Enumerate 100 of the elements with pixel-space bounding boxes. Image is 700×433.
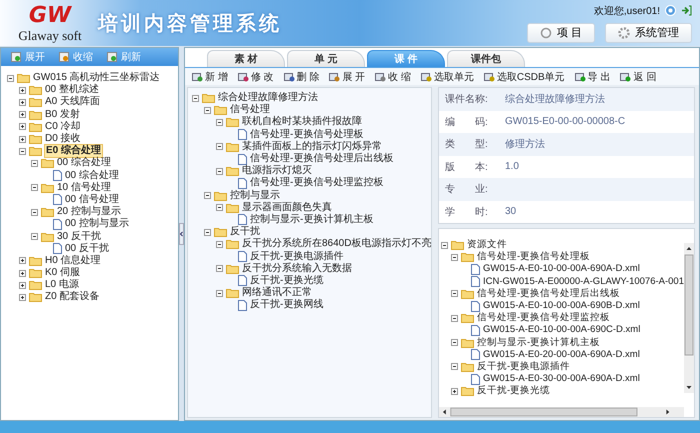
tree-item[interactable]: 联机自检时某块插件报故障 [241,116,363,128]
tree-item[interactable]: 信号处理-更换信号处理后出线板 [476,288,622,300]
toolbar-button[interactable]: 选取单元 [418,70,477,84]
collapse-icon[interactable] [451,290,458,298]
toolbar-button[interactable]: 展 开 [326,70,368,84]
toolbar-button[interactable]: 新 增 [189,70,231,84]
tree-item[interactable]: 反干扰-更换光缆 [476,385,552,398]
tree-item[interactable]: 信号处理-更换信号处理监控板 [249,177,384,190]
tree-item[interactable]: 反干扰-更换网线 [249,299,324,312]
collapse-icon[interactable] [19,148,26,155]
collapse-icon[interactable] [216,143,223,150]
tree-item[interactable]: GW015-A-E0-10-00-00A-690A-D.xml [482,263,641,276]
expand-icon[interactable] [19,136,26,143]
expand-icon[interactable] [19,282,26,289]
tree-item[interactable]: 00 信号处理 [64,194,120,206]
tree-item[interactable]: 信号处理-更换信号处理板 [476,251,592,264]
tree-item[interactable]: 综合处理故障修理方法 [217,92,319,104]
tree-item[interactable]: GW015-A-E0-20-00-00A-690A-D.xml [482,348,641,361]
tree-item[interactable]: K0 伺服 [44,267,82,280]
tree-item[interactable]: 反干扰-更换光缆 [249,274,324,287]
tree-item[interactable]: 00 综合处理 [64,170,120,182]
expand-icon[interactable] [19,257,26,264]
tree-item[interactable]: D0 接收 [44,133,82,146]
tree-item[interactable]: GW015-A-E0-30-00-00A-690A-D.xml [482,373,641,386]
tree-item[interactable]: 反干扰分系统所在8640D板电源指示灯不亮 [241,238,432,250]
tab[interactable]: 课件包 [447,50,525,67]
collapse-icon[interactable] [216,290,223,297]
tree-item[interactable]: A0 天线阵面 [44,96,102,108]
toolbar-button[interactable]: 删 除 [280,70,322,84]
tab[interactable]: 单 元 [287,50,365,67]
tree-item[interactable]: H0 信息处理 [44,254,102,267]
tree-item[interactable]: 反干扰 [229,226,261,238]
tree-item[interactable]: 反干扰-更换电源插件 [476,360,572,373]
collapse-icon[interactable] [204,106,211,114]
collapse-icon[interactable] [451,254,458,261]
header-button[interactable]: 项 目 [526,22,595,42]
collapse-icon[interactable] [204,228,211,236]
tree-item[interactable]: 显示器画面颜色失真 [241,202,333,214]
collapse-icon[interactable] [451,339,458,346]
collapse-icon[interactable] [216,168,223,175]
tree-item[interactable]: B0 发射 [44,108,82,121]
toolbar-button[interactable]: 选取CSDB单元 [480,70,568,84]
collapse-icon[interactable] [204,192,211,200]
toolbar-button[interactable]: 导 出 [572,70,614,84]
tree-item[interactable]: 00 反干扰 [64,242,110,255]
tree-item[interactable]: 控制与显示-更换计算机主板 [249,214,374,226]
collapse-icon[interactable] [216,204,223,212]
toolbar-button[interactable]: 修 改 [234,70,277,84]
tree-item[interactable]: 控制与显示 [229,190,281,202]
expand-icon[interactable] [451,388,458,395]
toolbar-button[interactable]: 收 缩 [372,70,414,84]
collapse-icon[interactable] [216,240,223,248]
tree-item[interactable]: 20 控制与显示 [56,206,122,218]
collapse-icon[interactable] [451,363,458,370]
tree-item[interactable]: 反干扰分系统输入无数据 [241,262,353,275]
tree-item[interactable]: 30 反干扰 [56,230,102,243]
collapse-icon[interactable] [216,118,223,126]
collapse-icon[interactable] [31,233,38,240]
collapse-icon[interactable] [441,242,448,249]
tree-item[interactable]: Z0 配套设备 [44,291,100,304]
tree-item[interactable]: 00 控制与显示 [64,218,130,230]
tree-item[interactable]: 反干扰-更换电源插件 [249,250,344,263]
tree-item[interactable]: C0 冷却 [44,120,82,133]
toolbar-button[interactable]: 返 回 [617,70,660,84]
header-button[interactable]: 系统管理 [605,22,692,42]
logout-icon[interactable] [681,5,692,16]
tree-item[interactable]: 信号处理-更换信号处理后出线板 [249,153,394,166]
tree-item[interactable]: 信号处理-更换信号处理监控板 [476,312,612,324]
collapse-icon[interactable] [451,314,458,322]
tree-item[interactable]: 控制与显示-更换计算机主板 [476,336,602,349]
collapse-icon[interactable] [31,184,38,192]
expand-icon[interactable] [19,270,26,277]
collapse-icon[interactable] [192,94,199,102]
help-icon[interactable] [665,5,676,16]
expand-icon[interactable] [19,98,26,106]
collapse-icon[interactable] [7,74,14,82]
collapse-icon[interactable] [216,265,223,272]
tree-item[interactable]: 资源文件 [466,239,508,252]
tree-item[interactable]: 10 信号处理 [56,182,112,194]
tree-item[interactable]: 网络通讯不正常 [241,287,313,300]
tree-item[interactable]: GW015 高机动性三坐标雷达 [32,72,161,84]
tree-item[interactable]: 信号处理 [229,104,271,116]
collapse-icon[interactable] [31,208,38,216]
expand-icon[interactable] [19,111,26,118]
expand-icon[interactable] [19,123,26,130]
expand-icon[interactable] [19,86,26,94]
tree-item[interactable]: 某插件面板上的指示灯闪烁异常 [241,140,383,153]
collapse-icon[interactable] [31,160,38,167]
tree-item[interactable]: 00 整机综述 [44,84,100,96]
tree-item[interactable]: 信号处理-更换信号处理板 [249,128,364,141]
tree-item[interactable]: ICN-GW015-A-E00000-A-GLAWY-10076-A-001 [482,276,685,288]
tree-item[interactable]: 00 综合处理 [56,157,112,170]
tree-item[interactable]: L0 电源 [44,279,80,292]
collapse-handle[interactable] [179,223,184,245]
tree-item[interactable]: GW015-A-E0-10-00-00A-690C-D.xml [482,324,642,336]
tree-item[interactable]: GW015-A-E0-10-00-00A-690B-D.xml [482,300,641,312]
tree-item[interactable]: 电源指示灯熄灭 [241,165,313,178]
horizontal-scrollbar[interactable] [439,407,684,417]
tab[interactable]: 素 材 [207,50,285,67]
expand-icon[interactable] [19,294,26,301]
